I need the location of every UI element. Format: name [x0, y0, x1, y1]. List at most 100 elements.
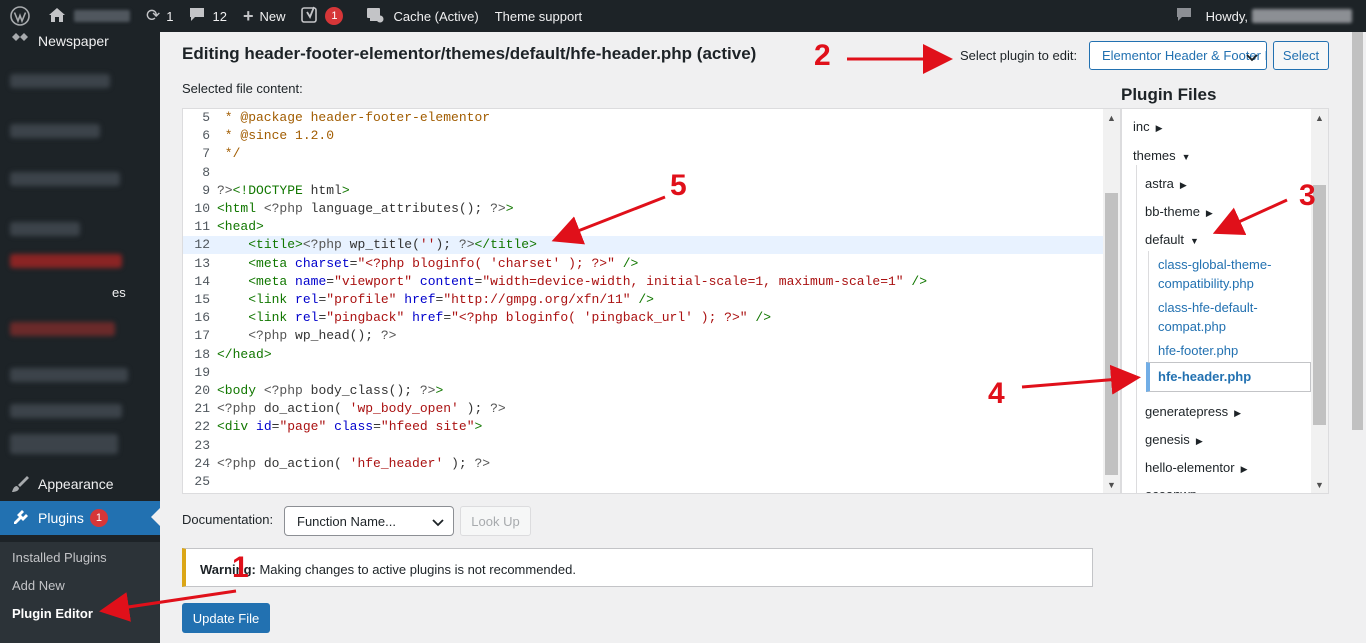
updates-menu[interactable]: ⟳ 1: [138, 0, 181, 32]
plugin-files-title: Plugin Files: [1121, 85, 1217, 104]
file-hfe-header-current[interactable]: hfe-header.php: [1146, 362, 1311, 392]
update-file-button[interactable]: Update File: [182, 603, 270, 633]
scroll-down-arrow-icon[interactable]: ▼: [1103, 476, 1120, 493]
caret-right-icon: ▶: [1203, 491, 1210, 493]
function-name-select[interactable]: Function Name...: [284, 506, 454, 536]
page-scrollbar-thumb[interactable]: [1352, 32, 1363, 430]
code-line-22[interactable]: 22 <div id="page" class="hfeed site">: [183, 418, 1103, 436]
line-number: 24: [194, 455, 210, 471]
seo-menu[interactable]: 1: [293, 0, 351, 32]
new-content-menu[interactable]: + New: [235, 0, 294, 32]
submenu-plugin-editor[interactable]: Plugin Editor: [12, 606, 93, 621]
sidebar-item-label: Appearance: [38, 476, 114, 492]
scroll-up-arrow-icon[interactable]: ▲: [1103, 109, 1120, 126]
folder-generatepress[interactable]: generatepress ▶: [1145, 404, 1241, 419]
plugin-plug-icon: [10, 508, 30, 528]
comment-bubble-icon: [189, 7, 205, 25]
line-number: 16: [194, 310, 210, 326]
seo-badge: 1: [325, 7, 344, 25]
submenu-installed-plugins[interactable]: Installed Plugins: [12, 550, 107, 565]
plugins-update-badge: 1: [89, 509, 108, 527]
folder-inc[interactable]: inc ▶: [1133, 119, 1163, 134]
code-line-23[interactable]: 23: [183, 437, 1103, 455]
tree-guide-line: [1136, 165, 1137, 493]
code-line-5[interactable]: 5 * @package header-footer-elementor: [183, 109, 1103, 127]
plus-icon: +: [242, 5, 254, 26]
new-label: New: [259, 8, 286, 24]
page-scrollbar[interactable]: [1349, 32, 1366, 643]
editor-scrollbar-thumb[interactable]: [1105, 193, 1118, 475]
folder-genesis[interactable]: genesis ▶: [1145, 432, 1203, 447]
folder-label: default: [1145, 232, 1185, 247]
files-scrollbar-thumb[interactable]: [1313, 185, 1326, 425]
folder-label: astra: [1145, 176, 1174, 191]
file-class-hfe-default-compat[interactable]: class-hfe-default-compat.php: [1158, 298, 1308, 336]
code-line-13[interactable]: 13 <meta charset="<?php bloginfo( 'chars…: [183, 255, 1103, 273]
redacted-menu-item: [10, 222, 80, 236]
submenu-add-new[interactable]: Add New: [12, 578, 65, 593]
select-plugin-button[interactable]: Select: [1273, 41, 1329, 70]
cache-menu[interactable]: Cache (Active): [351, 0, 486, 32]
files-scrollbar[interactable]: ▲ ▼: [1311, 109, 1328, 493]
caret-right-icon: ▶: [1205, 208, 1213, 218]
code-line-14[interactable]: 14 <meta name="viewport" content="width=…: [183, 273, 1103, 291]
file-class-global-theme-compatibility[interactable]: class-global-theme-compatibility.php: [1158, 255, 1308, 293]
code-line-21[interactable]: 21 <?php do_action( 'wp_body_open' ); ?>: [183, 400, 1103, 418]
file-hfe-footer[interactable]: hfe-footer.php: [1158, 341, 1308, 360]
code-line-12[interactable]: 12 <title><?php wp_title(''); ?></title>: [183, 236, 1103, 255]
scroll-up-arrow-icon[interactable]: ▲: [1311, 109, 1328, 126]
admin-bar: ⟳ 1 12 + New 1 Cache (Active) Theme supp…: [0, 0, 1366, 32]
code-line-6[interactable]: 6 * @since 1.2.0: [183, 127, 1103, 145]
folder-astra[interactable]: astra ▶: [1145, 176, 1187, 191]
admin-sidebar: Newspaper es Appearance Plugins 1 Instal…: [0, 32, 160, 643]
sidebar-item-appearance[interactable]: Appearance: [0, 467, 160, 501]
scroll-down-arrow-icon[interactable]: ▼: [1311, 476, 1328, 493]
plugin-select-dropdown[interactable]: Elementor Header & Footer Builder: [1089, 41, 1267, 70]
notification-icon: [1176, 7, 1192, 25]
folder-bb-theme[interactable]: bb-theme ▶: [1145, 204, 1213, 219]
code-line-8[interactable]: 8: [183, 164, 1103, 182]
comments-menu[interactable]: 12: [181, 0, 234, 32]
yoast-icon: [301, 6, 319, 27]
sidebar-item-partial[interactable]: es: [0, 275, 160, 309]
sidebar-item-plugins[interactable]: Plugins 1: [0, 501, 160, 535]
caret-right-icon: ▶: [1195, 436, 1203, 446]
code-line-15[interactable]: 15 <link rel="profile" href="http://gmpg…: [183, 291, 1103, 309]
code-line-20[interactable]: 20 <body <?php body_class(); ?>>: [183, 382, 1103, 400]
look-up-button[interactable]: Look Up: [460, 506, 531, 536]
documentation-label: Documentation:: [182, 512, 274, 527]
theme-support-menu[interactable]: Theme support: [487, 0, 590, 32]
code-line-7[interactable]: 7 */: [183, 145, 1103, 163]
code-line-25[interactable]: 25: [183, 473, 1103, 491]
code-line-16[interactable]: 16 <link rel="pingback" href="<?php blog…: [183, 309, 1103, 327]
editor-scrollbar[interactable]: ▲ ▼: [1103, 109, 1120, 493]
line-number: 7: [202, 146, 210, 162]
code-line-11[interactable]: 11 <head>: [183, 218, 1103, 236]
code-line-10[interactable]: 10 <html <?php language_attributes(); ?>>: [183, 200, 1103, 218]
caret-right-icon: ▶: [1240, 464, 1248, 474]
line-number: 21: [194, 401, 210, 417]
folder-themes[interactable]: themes ▼: [1133, 148, 1191, 163]
chevron-down-icon: [432, 515, 444, 530]
folder-oceanwp[interactable]: oceanwp ▶: [1145, 487, 1210, 493]
annotation-number-5: 5: [670, 169, 687, 202]
code-line-9[interactable]: 9 ?><!DOCTYPE html>: [183, 182, 1103, 200]
code-editor[interactable]: 5 * @package header-footer-elementor 6 * …: [182, 108, 1121, 494]
folder-default[interactable]: default ▼: [1145, 232, 1199, 247]
site-name-menu[interactable]: [40, 0, 138, 32]
warning-text: Making changes to active plugins is not …: [255, 562, 576, 577]
wordpress-logo-icon[interactable]: [0, 0, 40, 32]
line-number: 25: [194, 474, 210, 489]
folder-hello-elementor[interactable]: hello-elementor ▶: [1145, 460, 1248, 475]
folder-label: hello-elementor: [1145, 460, 1235, 475]
account-menu[interactable]: Howdy,: [1176, 0, 1352, 32]
code-line-17[interactable]: 17 <?php wp_head(); ?>: [183, 327, 1103, 345]
line-number: 18: [194, 346, 210, 362]
code-line-18[interactable]: 18 </head>: [183, 346, 1103, 364]
paintbrush-icon: [10, 474, 30, 494]
line-number: 14: [194, 273, 210, 289]
line-number: 17: [194, 328, 210, 344]
code-line-24[interactable]: 24 <?php do_action( 'hfe_header' ); ?>: [183, 455, 1103, 473]
theme-support-label: Theme support: [494, 8, 583, 24]
code-line-19[interactable]: 19: [183, 364, 1103, 382]
